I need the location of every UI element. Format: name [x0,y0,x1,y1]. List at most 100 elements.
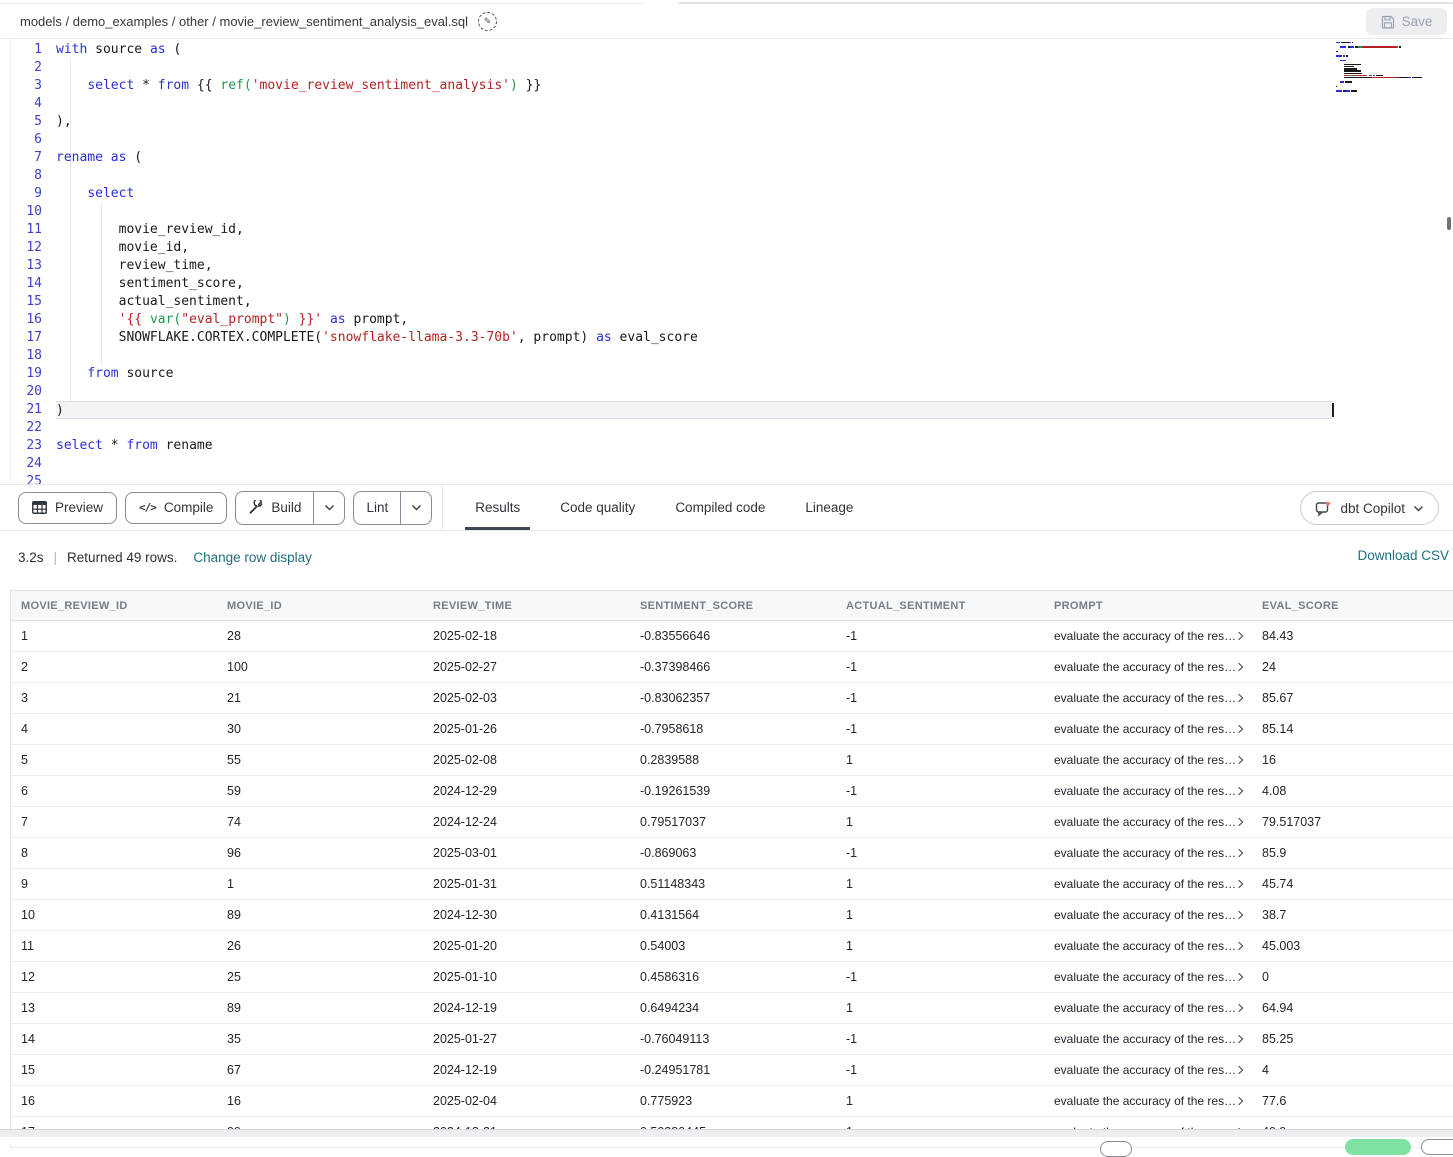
tab-code-quality-label: Code quality [560,500,635,515]
dbt-copilot-button[interactable]: dbt Copilot [1300,491,1439,525]
lint-dropdown-button[interactable] [400,492,431,524]
code-line[interactable]: select * from rename [56,437,1453,455]
table-row: 16162025-02-040.7759231evaluate the accu… [11,1086,1453,1117]
expand-cell-icon[interactable] [1235,787,1243,795]
editor-scrollbar-thumb[interactable] [1447,217,1451,230]
preview-button[interactable]: Preview [18,492,117,524]
code-line[interactable] [56,131,1453,149]
breadcrumb-separator: / [168,14,179,29]
download-csv-link[interactable]: Download CSV [1357,548,1449,563]
code-line[interactable] [56,203,1453,221]
code-line[interactable]: ) [56,401,1332,419]
cell-sentiment_score: 0.4131564 [630,908,836,922]
cell-actual_sentiment: -1 [836,970,1044,984]
column-header-actual_sentiment[interactable]: ACTUAL_SENTIMENT [836,600,1044,612]
code-token: from [158,78,189,93]
cell-sentiment_score: -0.869063 [630,846,836,860]
cell-actual_sentiment: -1 [836,629,1044,643]
code-line[interactable] [56,455,1453,473]
code-line[interactable]: sentiment_score, [56,275,1453,293]
code-line[interactable]: review_time, [56,257,1453,275]
cell-eval_score: 85.9 [1252,846,1453,860]
editor-minimap[interactable] [1336,42,1444,97]
code-line[interactable]: select * from {{ ref('movie_review_senti… [56,77,1453,95]
cell-actual_sentiment: 1 [836,877,1044,891]
build-dropdown-button[interactable] [313,492,344,524]
cell-eval_score: 4.08 [1252,784,1453,798]
top-edge-line-left [0,3,645,4]
code-token: source [119,366,174,381]
cell-movie_review_id: 8 [11,846,217,860]
line-number: 7 [0,149,42,167]
line-number: 12 [0,239,42,257]
expand-cell-icon[interactable] [1235,818,1243,826]
horizontal-scrollbar[interactable] [0,1129,1453,1137]
code-line[interactable]: rename as ( [56,149,1453,167]
expand-cell-icon[interactable] [1235,942,1243,950]
expand-cell-icon[interactable] [1235,973,1243,981]
code-token: SNOWFLAKE.CORTEX.COMPLETE( [56,330,322,345]
expand-cell-icon[interactable] [1235,849,1243,857]
minimap-token [1346,55,1347,56]
code-line[interactable]: from source [56,365,1453,383]
code-line[interactable]: select [56,185,1453,203]
expand-cell-icon[interactable] [1235,1097,1243,1105]
column-header-movie_id[interactable]: MOVIE_ID [217,600,423,612]
expand-cell-icon[interactable] [1235,1004,1243,1012]
code-line[interactable]: '{{ var("eval_prompt") }}' as prompt, [56,311,1453,329]
expand-cell-icon[interactable] [1235,663,1243,671]
prompt-preview-text: evaluate the accuracy of the res… [1054,908,1236,922]
change-row-display-link[interactable]: Change row display [193,550,312,565]
tab-compiled-code[interactable]: Compiled code [655,485,785,530]
code-line[interactable]: ), [56,113,1453,131]
expand-cell-icon[interactable] [1235,756,1243,764]
expand-cell-icon[interactable] [1235,880,1243,888]
code-line[interactable] [56,473,1453,484]
tab-lineage[interactable]: Lineage [785,485,873,530]
column-header-prompt[interactable]: PROMPT [1044,600,1252,612]
bottom-button-cutoff-2[interactable] [1421,1139,1453,1155]
code-line[interactable] [56,383,1453,401]
column-header-movie_review_id[interactable]: MOVIE_REVIEW_ID [11,600,217,612]
code-line[interactable] [56,347,1453,365]
format-file-icon[interactable]: ✎ [478,12,497,31]
expand-cell-icon[interactable] [1235,725,1243,733]
tab-results[interactable]: Results [455,485,540,530]
editor-gutter: 1234567891011121314151617181920212223242… [0,41,42,484]
expand-cell-icon[interactable] [1235,632,1243,640]
minimap-line [1336,84,1444,85]
compile-button[interactable]: </> Compile [125,492,227,524]
sql-code-editor[interactable]: 1234567891011121314151617181920212223242… [0,39,1453,484]
cell-review_time: 2025-01-26 [423,722,630,736]
code-line[interactable]: with source as ( [56,41,1453,59]
expand-cell-icon[interactable] [1235,911,1243,919]
tab-code-quality[interactable]: Code quality [540,485,655,530]
code-line[interactable] [56,59,1453,77]
cell-eval_score: 85.67 [1252,691,1453,705]
code-line[interactable] [56,167,1453,185]
column-header-review_time[interactable]: REVIEW_TIME [423,600,630,612]
line-number: 20 [0,383,42,401]
code-token: as [596,330,612,345]
bottom-button-cutoff-1[interactable] [1100,1141,1132,1157]
expand-cell-icon[interactable] [1235,694,1243,702]
code-line[interactable]: SNOWFLAKE.CORTEX.COMPLETE('snowflake-lla… [56,329,1453,347]
expand-cell-icon[interactable] [1235,1066,1243,1074]
lint-button[interactable]: Lint [354,492,400,524]
expand-cell-icon[interactable] [1235,1035,1243,1043]
bottom-status-pill-green[interactable] [1345,1139,1411,1155]
code-line[interactable]: movie_id, [56,239,1453,257]
code-line[interactable] [56,419,1453,437]
code-line[interactable]: actual_sentiment, [56,293,1453,311]
build-button[interactable]: Build [236,492,313,524]
cell-sentiment_score: -0.24951781 [630,1063,836,1077]
column-header-sentiment_score[interactable]: SENTIMENT_SCORE [630,600,836,612]
line-number: 4 [0,95,42,113]
editor-code[interactable]: with source as ( select * from {{ ref('m… [56,41,1453,484]
code-line[interactable]: movie_review_id, [56,221,1453,239]
code-token: from [126,438,157,453]
code-line[interactable] [56,95,1453,113]
table-row: 4302025-01-26-0.7958618-1evaluate the ac… [11,714,1453,745]
save-button[interactable]: Save [1366,8,1447,35]
column-header-eval_score[interactable]: EVAL_SCORE [1252,600,1453,612]
